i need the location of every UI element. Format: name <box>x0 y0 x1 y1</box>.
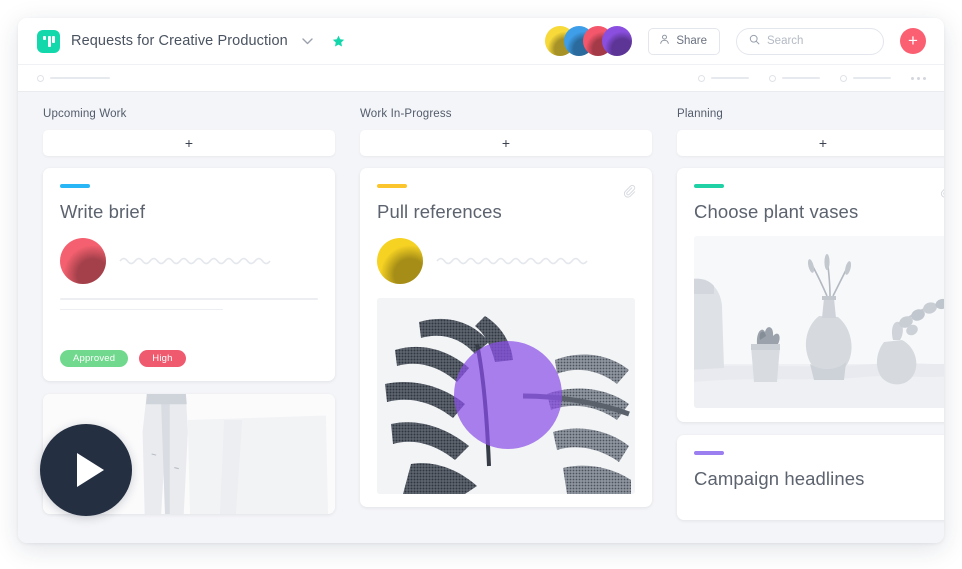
share-button[interactable]: Share <box>648 27 720 55</box>
toolbar-control-4[interactable] <box>840 74 891 82</box>
card-choose-plant-vases[interactable]: Choose plant vases <box>677 168 944 422</box>
toolbar-control-1[interactable] <box>37 74 110 82</box>
card-media-image <box>377 298 635 494</box>
search-icon <box>749 32 760 50</box>
column-work-in-progress: Work In-Progress + Pull references <box>360 108 652 543</box>
board-logo[interactable] <box>37 29 60 53</box>
board: Upcoming Work + Write brief Approved Hig… <box>18 92 944 543</box>
avatar-group[interactable] <box>545 26 633 56</box>
circle-icon <box>840 74 847 82</box>
toolbar-controls-right <box>698 74 926 82</box>
add-card-button[interactable]: + <box>43 130 335 156</box>
card-title: Pull references <box>377 201 502 222</box>
column-planning: Planning + Choose plant vases Campaign h… <box>677 108 944 543</box>
handwriting-placeholder <box>436 257 588 265</box>
card-accent-bar <box>694 451 724 455</box>
brand: Requests for Creative Production <box>37 29 345 53</box>
column-title: Planning <box>677 108 723 120</box>
toolbar-control-3[interactable] <box>769 74 820 82</box>
card-accent-bar <box>60 184 90 188</box>
card-tags: Approved High <box>60 350 318 368</box>
avatar[interactable] <box>377 238 423 284</box>
placeholder-bar <box>782 77 820 79</box>
card-write-brief[interactable]: Write brief Approved High <box>43 168 335 382</box>
column-title: Upcoming Work <box>43 108 127 120</box>
ceramic-vases-photo <box>694 236 944 408</box>
avatar[interactable] <box>60 238 106 284</box>
add-button[interactable]: + <box>900 28 926 54</box>
paperclip-icon[interactable] <box>939 184 944 200</box>
app-window: Requests for Creative Production Share S… <box>18 18 944 543</box>
card-title: Campaign headlines <box>694 468 865 489</box>
topbar-actions: Share Search + <box>545 26 926 56</box>
paperclip-icon[interactable] <box>622 184 638 200</box>
plus-icon: + <box>908 30 918 50</box>
monstera-leaves-photo <box>377 298 635 494</box>
toolbar-control-2[interactable] <box>698 74 749 82</box>
circle-icon <box>37 74 44 82</box>
card-assignee-row <box>377 238 635 284</box>
placeholder-bar <box>50 77 110 79</box>
add-card-button[interactable]: + <box>360 130 652 156</box>
toolbar-secondary <box>18 64 944 92</box>
card-assignee-row <box>60 238 318 284</box>
more-horizontal-icon[interactable] <box>911 76 926 80</box>
topbar: Requests for Creative Production Share S… <box>18 18 944 64</box>
purple-circle-overlay <box>454 341 562 449</box>
card-text-placeholder <box>60 298 318 311</box>
card-media-image <box>694 236 944 408</box>
circle-icon <box>769 74 776 82</box>
play-button[interactable] <box>40 424 132 516</box>
search-input[interactable]: Search <box>736 27 884 55</box>
handwriting-placeholder <box>119 257 271 265</box>
add-card-button[interactable]: + <box>677 130 944 156</box>
placeholder-bar <box>853 77 891 79</box>
avatar[interactable] <box>602 26 633 56</box>
card-accent-bar <box>694 184 724 188</box>
share-label: Share <box>676 35 707 47</box>
card-title: Choose plant vases <box>694 201 859 222</box>
card-pull-references[interactable]: Pull references <box>360 168 652 507</box>
circle-icon <box>698 74 705 82</box>
priority-badge[interactable]: High <box>139 350 186 368</box>
person-icon <box>659 34 670 48</box>
placeholder-bar <box>711 77 749 79</box>
star-icon[interactable] <box>332 35 345 48</box>
play-icon <box>76 453 104 487</box>
card-accent-bar <box>377 184 407 188</box>
search-placeholder: Search <box>767 35 804 47</box>
column-title: Work In-Progress <box>360 108 452 120</box>
card-campaign-headlines[interactable]: Campaign headlines <box>677 435 944 520</box>
card-title: Write brief <box>60 201 146 222</box>
status-badge[interactable]: Approved <box>60 350 129 368</box>
page-title: Requests for Creative Production <box>71 33 288 49</box>
chevron-down-icon[interactable] <box>302 35 314 47</box>
